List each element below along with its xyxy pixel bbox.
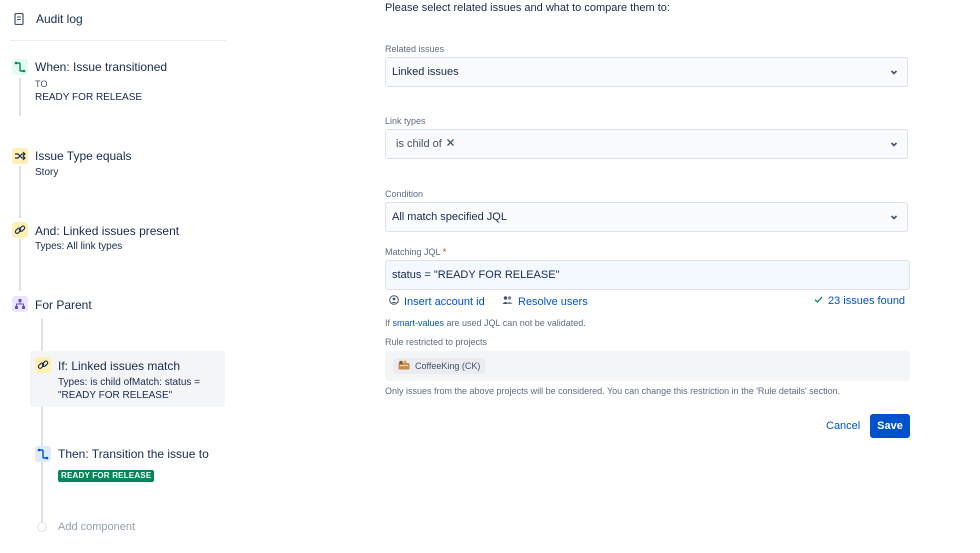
- issues-found-link[interactable]: 23 issues found: [814, 295, 905, 307]
- restriction-note: Only issues from the above projects will…: [385, 386, 841, 396]
- project-chip: CoffeeKing (CK): [393, 358, 486, 374]
- matching-jql-label: Matching JQL *: [385, 247, 446, 257]
- audit-log-link[interactable]: Audit log: [14, 12, 83, 26]
- chevron-down-icon: [889, 67, 899, 77]
- status-lozenge-wrap: READY FOR RELEASE: [58, 465, 155, 483]
- divider: [10, 40, 226, 41]
- hint-suffix: are used JQL can not be validated.: [444, 318, 586, 328]
- add-component-dot: [37, 522, 47, 532]
- related-issues-select[interactable]: Linked issues: [385, 57, 908, 87]
- matching-jql-input[interactable]: status = "READY FOR RELEASE": [385, 260, 910, 290]
- condition-select[interactable]: All match specified JQL: [385, 202, 908, 232]
- link-types-label: Link types: [385, 116, 426, 126]
- save-button[interactable]: Save: [870, 414, 910, 438]
- users-icon: [502, 295, 513, 308]
- link-type-chip: is child of: [392, 138, 459, 150]
- link-icon: [12, 222, 28, 238]
- issue-type-step-title[interactable]: Issue Type equals: [35, 149, 132, 163]
- transition-icon: [35, 446, 51, 462]
- transition-icon: [12, 59, 28, 75]
- condition-label: Condition: [385, 189, 424, 199]
- check-icon: [814, 295, 823, 307]
- related-issues-label: Related issues: [385, 44, 445, 54]
- matching-jql-value: status = "READY FOR RELEASE": [392, 269, 560, 281]
- rule-restricted-projects: CoffeeKing (CK): [385, 351, 910, 381]
- trigger-to-label: TO: [35, 79, 48, 89]
- rule-restricted-label: Rule restricted to projects: [385, 337, 488, 347]
- matching-jql-label-text: Matching JQL: [385, 247, 441, 257]
- issue-type-subtitle: Story: [35, 167, 59, 178]
- project-avatar-icon: [398, 360, 410, 372]
- chevron-down-icon: [889, 212, 899, 222]
- trigger-step-title[interactable]: When: Issue transitioned: [35, 60, 167, 74]
- hierarchy-icon: [12, 296, 28, 312]
- shuffle-icon: [12, 148, 28, 164]
- issues-found-label: 23 issues found: [828, 295, 906, 307]
- trigger-status: READY FOR RELEASE: [35, 92, 143, 103]
- related-issues-value: Linked issues: [392, 66, 459, 78]
- linked-match-subtitle: "READY FOR RELEASE": [58, 390, 173, 401]
- link-type-chip-label: is child of: [396, 138, 442, 150]
- add-component-button[interactable]: Add component: [58, 521, 135, 533]
- chevron-down-icon: [889, 139, 899, 149]
- cancel-button[interactable]: Cancel: [820, 415, 866, 437]
- insert-account-id-button[interactable]: Insert account id: [389, 295, 485, 308]
- branch-connector-line: [41, 318, 43, 526]
- resolve-users-button[interactable]: Resolve users: [502, 295, 588, 308]
- project-chip-label: CoffeeKing (CK): [415, 361, 481, 371]
- linked-present-step-title[interactable]: And: Linked issues present: [35, 224, 179, 238]
- linked-match-subtitle: Types: is child ofMatch: status =: [58, 377, 201, 388]
- rule-connector-line: [19, 78, 21, 116]
- linked-match-step-title: If: Linked issues match: [58, 359, 181, 373]
- required-marker: *: [442, 247, 447, 257]
- form-intro: Please select related issues and what to…: [385, 2, 670, 14]
- rule-connector-line: [19, 166, 21, 218]
- rule-connector-line: [19, 239, 21, 291]
- insert-account-id-label: Insert account id: [404, 295, 485, 308]
- status-lozenge: READY FOR RELEASE: [58, 470, 155, 482]
- transition-step-title[interactable]: Then: Transition the issue to: [58, 447, 209, 461]
- close-icon[interactable]: [446, 138, 455, 150]
- link-types-select[interactable]: is child of: [385, 129, 908, 159]
- audit-log-label: Audit log: [36, 12, 83, 26]
- document-icon: [14, 13, 24, 25]
- linked-present-subtitle: Types: All link types: [35, 241, 123, 252]
- smart-values-link[interactable]: smart-values: [393, 318, 445, 328]
- user-circle-icon: [389, 295, 399, 308]
- resolve-users-label: Resolve users: [518, 295, 588, 308]
- hint-prefix: If: [385, 318, 393, 328]
- link-icon: [35, 357, 51, 373]
- smart-values-hint: If smart-values are used JQL can not be …: [385, 318, 586, 328]
- for-parent-step-title[interactable]: For Parent: [35, 298, 92, 312]
- condition-value: All match specified JQL: [392, 211, 507, 223]
